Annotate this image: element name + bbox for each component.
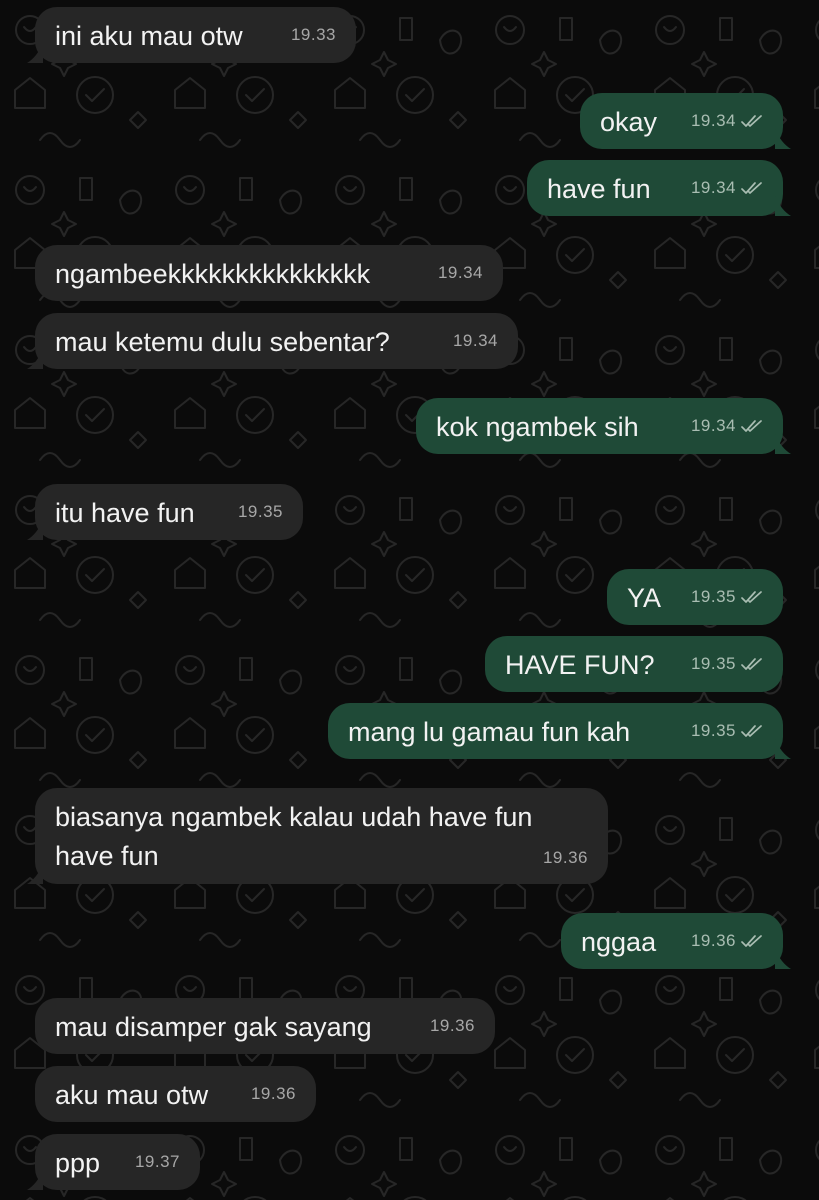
message-text: ini aku mau otw bbox=[55, 21, 243, 51]
double-check-icon bbox=[741, 115, 762, 127]
message-bubble-outgoing[interactable]: mang lu gamau fun kah 19.35 bbox=[328, 703, 791, 759]
message-text: nggaa bbox=[581, 927, 657, 957]
bubble-tail bbox=[775, 434, 791, 454]
message-meta: 19.34 bbox=[453, 324, 498, 358]
message-text: itu have fun bbox=[55, 498, 195, 528]
bubble-tail bbox=[775, 949, 791, 969]
message-text: mau disamper gak sayang bbox=[55, 1012, 372, 1042]
message-timestamp: 19.35 bbox=[237, 502, 283, 521]
message-bubble-incoming[interactable]: aku mau otw 19.36 bbox=[35, 1066, 316, 1122]
message-meta: 19.35 bbox=[691, 647, 765, 681]
message-meta: 19.35 bbox=[238, 495, 283, 529]
message-text-line-1: biasanya ngambek kalau udah have fun bbox=[55, 802, 533, 832]
message-meta: 19.36 bbox=[543, 841, 588, 875]
message-bubble-incoming[interactable]: biasanya ngambek kalau udah have fun hav… bbox=[27, 788, 608, 884]
message-meta: 19.36 bbox=[430, 1009, 475, 1043]
message-bubble-incoming[interactable]: ppp 19.37 bbox=[27, 1134, 200, 1190]
message-timestamp: 19.33 bbox=[290, 25, 336, 44]
message-meta: 19.33 bbox=[291, 18, 336, 52]
message-bubble-incoming[interactable]: itu have fun 19.35 bbox=[27, 484, 303, 540]
message-text: mau ketemu dulu sebentar? bbox=[55, 327, 390, 357]
message-text: ppp bbox=[55, 1148, 101, 1178]
message-timestamp: 19.35 bbox=[690, 721, 736, 740]
message-text: mang lu gamau fun kah bbox=[348, 717, 631, 747]
message-bubble-outgoing[interactable]: have fun 19.34 bbox=[527, 160, 791, 216]
message-bubble-incoming[interactable]: mau disamper gak sayang 19.36 bbox=[35, 998, 495, 1054]
bubble-tail bbox=[27, 520, 43, 540]
message-timestamp: 19.35 bbox=[690, 587, 736, 606]
message-meta: 19.36 bbox=[691, 924, 765, 958]
message-timestamp: 19.34 bbox=[452, 331, 498, 350]
message-timestamp: 19.34 bbox=[690, 111, 736, 130]
message-text: ngambeekkkkkkkkkkkkkkk bbox=[55, 259, 371, 289]
message-bubble-incoming[interactable]: mau ketemu dulu sebentar? 19.34 bbox=[27, 313, 518, 369]
message-meta: 19.35 bbox=[691, 714, 765, 748]
message-bubble-incoming[interactable]: ini aku mau otw 19.33 bbox=[27, 7, 356, 63]
message-timestamp: 19.36 bbox=[429, 1016, 475, 1035]
bubble-tail bbox=[27, 1170, 43, 1190]
bubble-tail bbox=[775, 739, 791, 759]
bubble-tail bbox=[27, 43, 43, 63]
message-meta: 19.34 bbox=[691, 171, 765, 205]
message-text: YA bbox=[627, 583, 662, 613]
bubble-tail bbox=[775, 129, 791, 149]
message-meta: 19.34 bbox=[691, 409, 765, 443]
double-check-icon bbox=[741, 182, 762, 194]
message-timestamp: 19.36 bbox=[250, 1084, 296, 1103]
double-check-icon bbox=[741, 591, 762, 603]
double-check-icon bbox=[741, 420, 762, 432]
message-bubble-outgoing[interactable]: YA 19.35 bbox=[607, 569, 783, 625]
message-bubble-incoming[interactable]: ngambeekkkkkkkkkkkkkkk 19.34 bbox=[35, 245, 503, 301]
double-check-icon bbox=[741, 935, 762, 947]
double-check-icon bbox=[741, 725, 762, 737]
message-text: okay bbox=[600, 107, 658, 137]
message-meta: 19.34 bbox=[691, 104, 765, 138]
message-timestamp: 19.34 bbox=[690, 416, 736, 435]
message-bubble-outgoing[interactable]: okay 19.34 bbox=[580, 93, 791, 149]
message-bubble-outgoing[interactable]: kok ngambek sih 19.34 bbox=[416, 398, 791, 454]
message-text: aku mau otw bbox=[55, 1080, 209, 1110]
message-bubble-outgoing[interactable]: nggaa 19.36 bbox=[561, 913, 791, 969]
message-meta: 19.37 bbox=[135, 1145, 180, 1179]
message-text: have fun bbox=[547, 174, 651, 204]
message-text: kok ngambek sih bbox=[436, 412, 639, 442]
message-timestamp: 19.34 bbox=[437, 263, 483, 282]
message-timestamp: 19.34 bbox=[690, 178, 736, 197]
message-timestamp: 19.36 bbox=[690, 931, 736, 950]
bubble-tail bbox=[775, 196, 791, 216]
message-meta: 19.36 bbox=[251, 1077, 296, 1111]
message-bubble-outgoing[interactable]: HAVE FUN? 19.35 bbox=[485, 636, 783, 692]
message-text-line-2: have fun bbox=[55, 841, 159, 871]
message-timestamp: 19.35 bbox=[690, 654, 736, 673]
bubble-tail bbox=[27, 349, 43, 369]
message-timestamp: 19.36 bbox=[542, 848, 588, 867]
message-meta: 19.35 bbox=[691, 580, 765, 614]
message-text: HAVE FUN? bbox=[505, 650, 655, 680]
double-check-icon bbox=[741, 658, 762, 670]
message-timestamp: 19.37 bbox=[134, 1152, 180, 1171]
bubble-tail bbox=[27, 864, 43, 884]
message-meta: 19.34 bbox=[438, 256, 483, 290]
